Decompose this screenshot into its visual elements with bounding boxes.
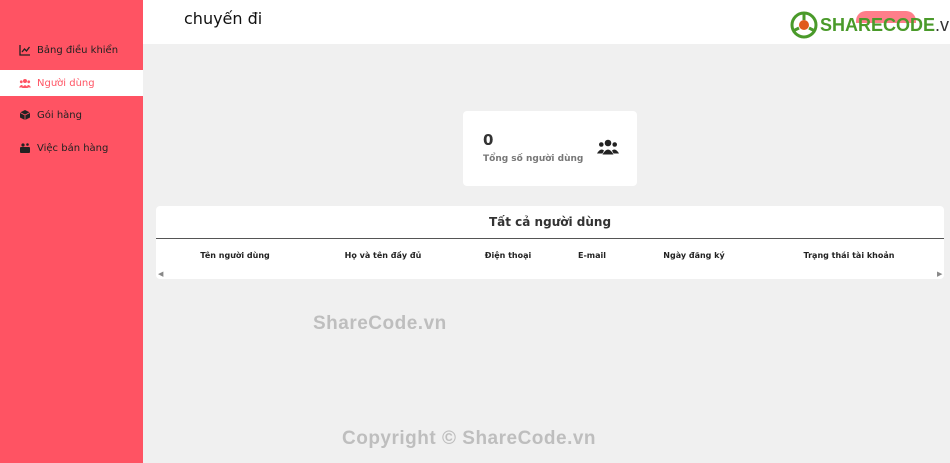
sidebar: Bảng điều khiển Người dùng Gói hàng Việc… [0,0,143,463]
column-header-email[interactable]: E-mail [578,251,606,260]
sidebar-item-packages[interactable]: Gói hàng [0,102,143,128]
sidebar-item-label: Gói hàng [37,109,82,121]
logo-mark-icon [790,11,818,39]
sidebar-item-sales[interactable]: Việc bán hàng [0,135,143,161]
column-header-phone[interactable]: Điện thoại [485,251,532,260]
sidebar-item-label: Việc bán hàng [37,142,109,154]
column-header-username[interactable]: Tên người dùng [200,251,270,260]
page-title: chuyến đi [184,9,263,28]
sidebar-item-dashboard[interactable]: Bảng điều khiển [0,37,143,63]
table-divider [156,238,944,239]
watermark-bottom: Copyright © ShareCode.vn [342,428,597,449]
logo-text: SHARECODE.vn [820,14,950,35]
total-users-card: 0 Tổng số người dùng [463,111,637,186]
sharecode-logo: SHARECODE.vn [790,10,950,40]
scroll-right-arrow-icon[interactable]: ▶ [937,270,942,278]
sidebar-item-users[interactable]: Người dùng [0,70,143,96]
users-table-card: Tất cả người dùng Tên người dùng Họ và t… [156,206,944,279]
sidebar-item-label: Bảng điều khiển [37,44,119,56]
total-users-label: Tổng số người dùng [483,154,584,164]
chart-line-icon [19,44,31,56]
sales-icon [19,142,31,154]
users-icon [19,77,31,89]
sidebar-item-label: Người dùng [37,77,95,89]
users-table-title: Tất cả người dùng [488,215,612,229]
total-users-value: 0 [483,131,494,149]
box-icon [19,109,31,121]
column-header-full-name[interactable]: Họ và tên đầy đủ [345,251,422,260]
column-header-registration-date[interactable]: Ngày đăng ký [663,251,724,260]
users-icon [597,139,619,155]
column-header-account-status[interactable]: Trạng thái tài khoản [804,251,895,260]
scroll-left-arrow-icon[interactable]: ◀ [158,270,163,278]
watermark-center: ShareCode.vn [313,313,447,334]
